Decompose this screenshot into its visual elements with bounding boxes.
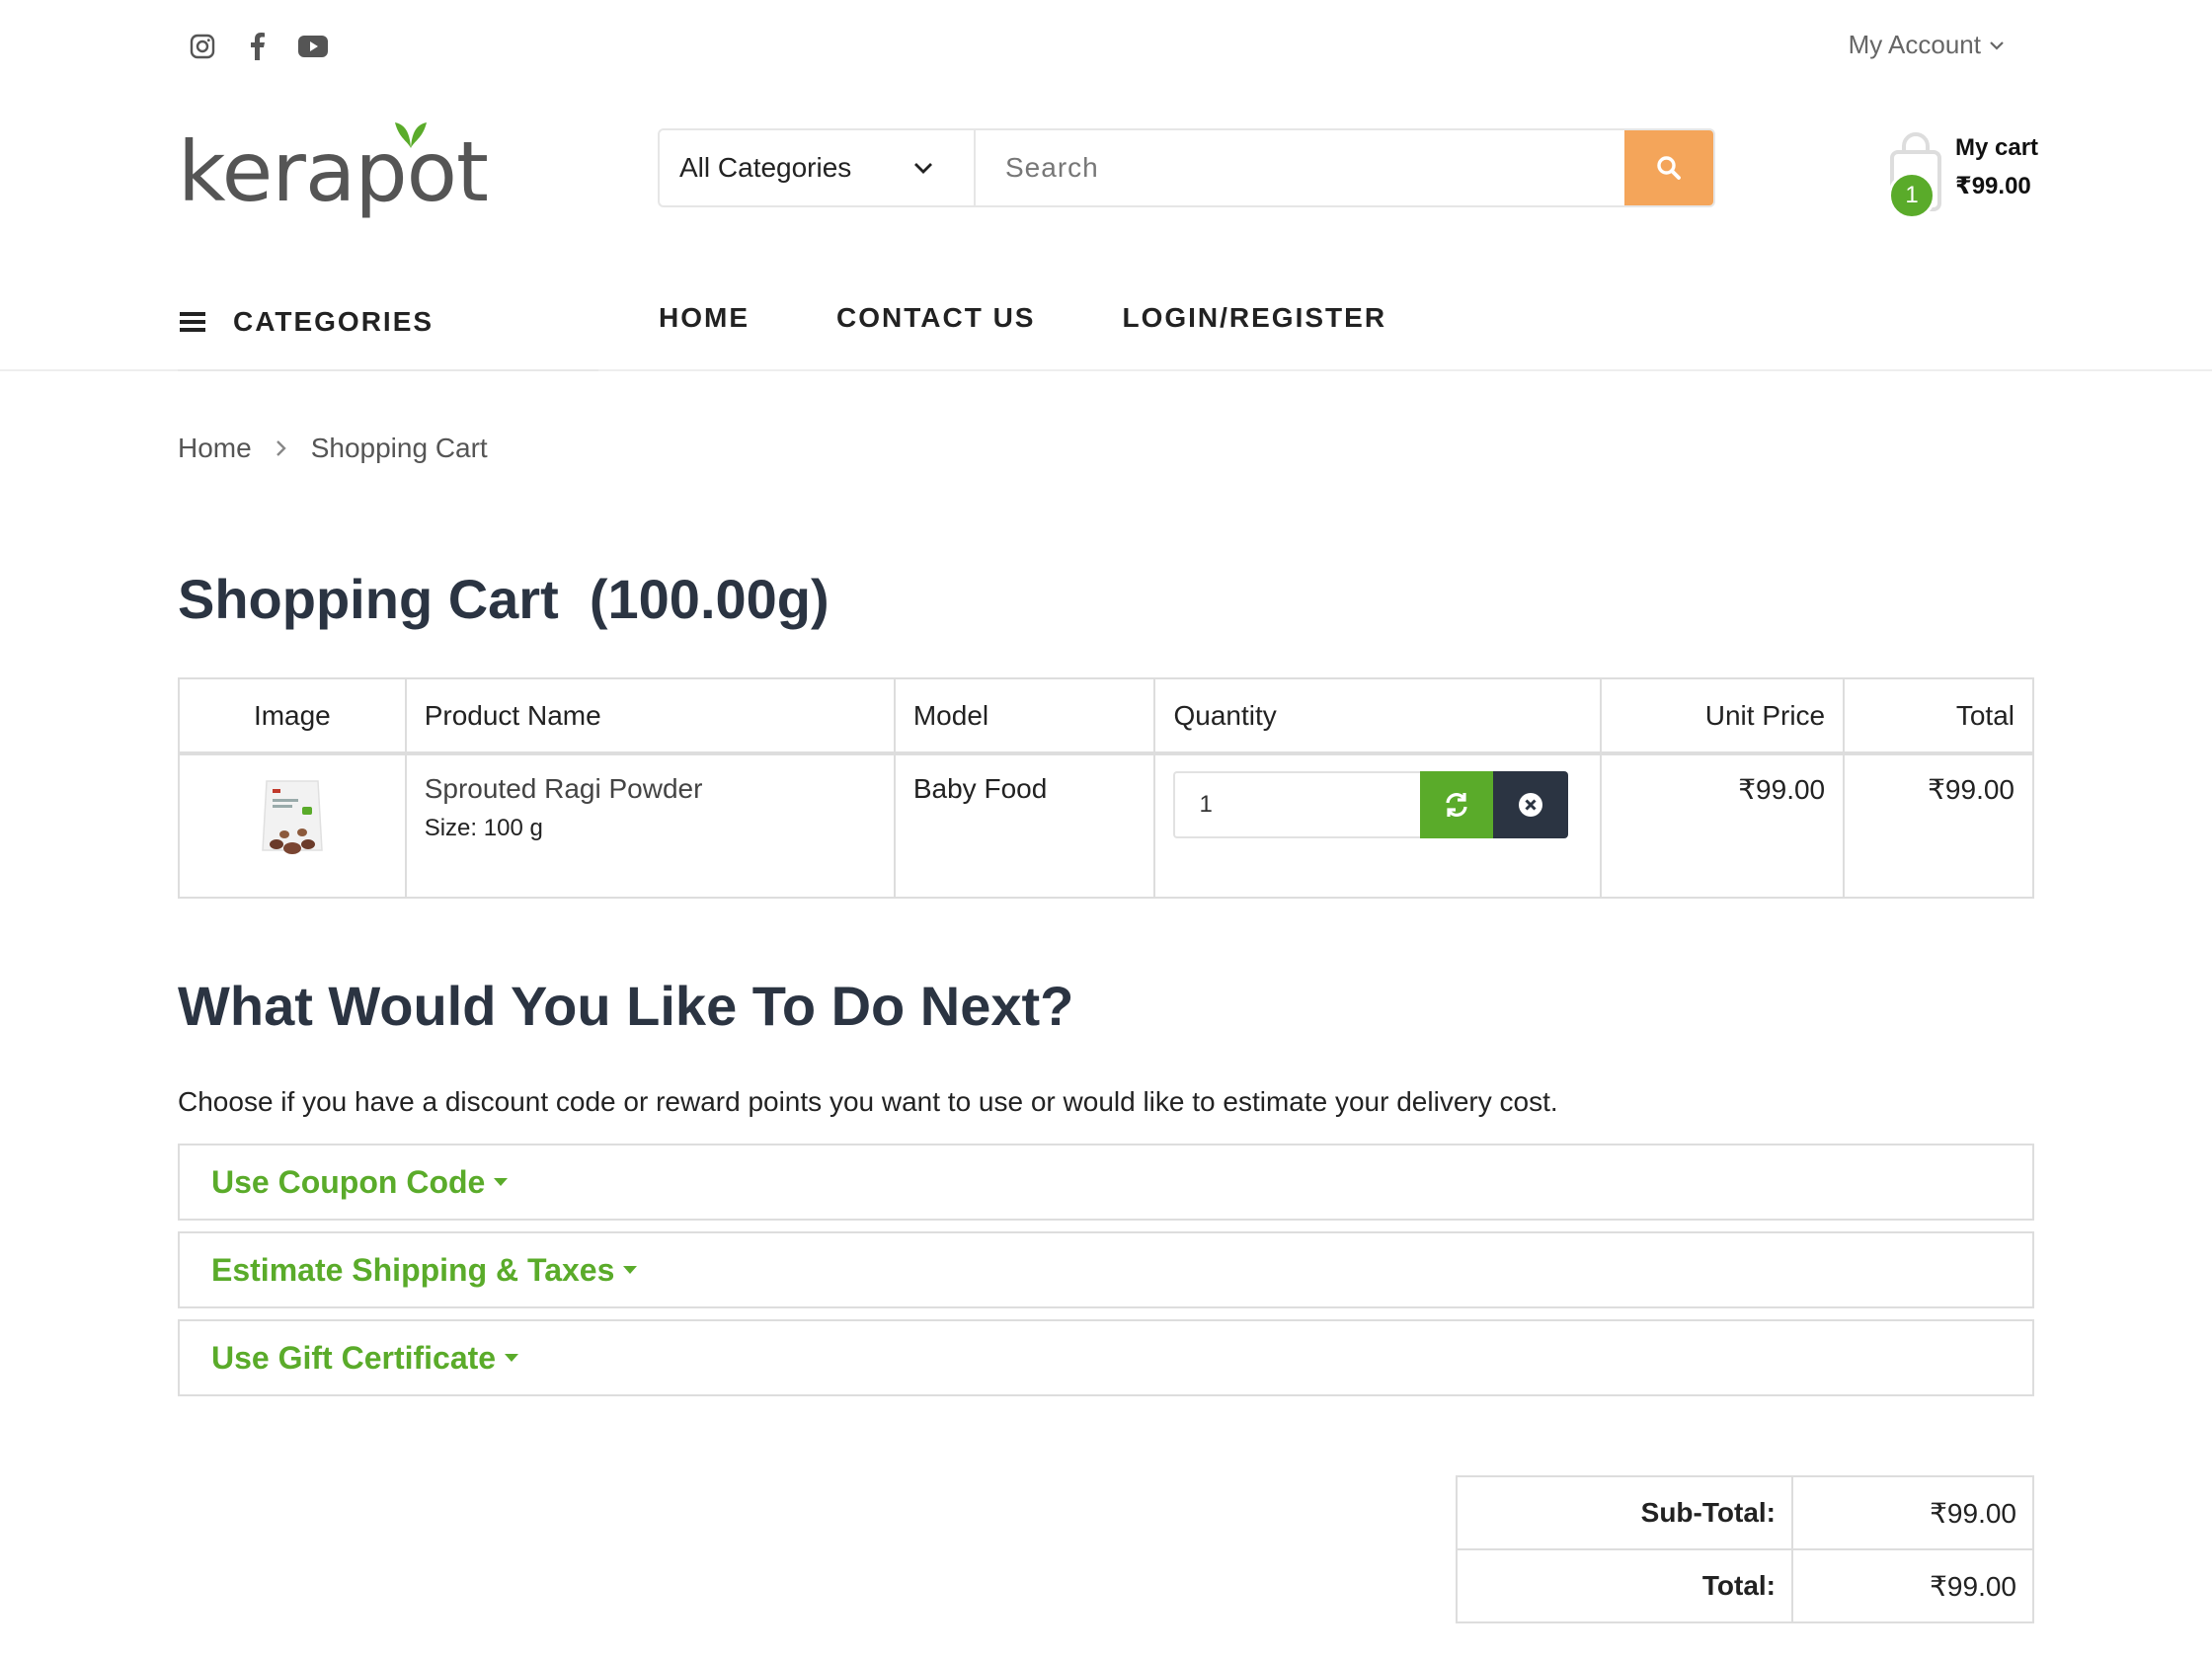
gift-certificate-panel-title: Use Gift Certificate — [211, 1339, 497, 1376]
header-total: Total — [1843, 677, 2034, 754]
update-quantity-button[interactable] — [1420, 771, 1494, 838]
search-input[interactable] — [976, 130, 1624, 205]
table-header-row: Image Product Name Model Quantity Unit P… — [178, 677, 2034, 754]
total-label: Total: — [1456, 1548, 1793, 1623]
header-product-name: Product Name — [404, 677, 896, 754]
gift-certificate-panel[interactable]: Use Gift Certificate — [178, 1319, 2034, 1396]
categories-toggle[interactable]: CATEGORIES — [180, 306, 434, 338]
shipping-panel-title: Estimate Shipping & Taxes — [211, 1251, 615, 1288]
product-name-cell: Sprouted Ragi Powder Size: 100 g — [404, 752, 896, 899]
logo-text: kerapot — [178, 123, 489, 220]
nav-contact-us[interactable]: CONTACT US — [836, 302, 1035, 334]
caret-down-icon — [623, 1266, 638, 1274]
subtotal-value: ₹99.00 — [1791, 1475, 2034, 1550]
my-account-dropdown[interactable]: My Account — [1849, 30, 2005, 60]
next-steps-description: Choose if you have a discount code or re… — [178, 1086, 1558, 1117]
category-select[interactable]: All Categories — [660, 130, 976, 205]
quantity-cell — [1153, 752, 1603, 899]
caret-down-icon — [505, 1354, 519, 1362]
shipping-panel[interactable]: Estimate Shipping & Taxes — [178, 1231, 2034, 1308]
header-unit-price: Unit Price — [1600, 677, 1846, 754]
nav-login-register[interactable]: LOGIN/REGISTER — [1122, 302, 1386, 334]
site-logo[interactable]: kerapot — [178, 122, 489, 213]
chevron-right-icon — [276, 440, 286, 456]
table-row: Sprouted Ragi Powder Size: 100 g Baby Fo… — [178, 752, 2034, 899]
row-total: ₹99.00 — [1843, 752, 2034, 899]
product-model: Baby Food — [893, 752, 1156, 899]
nav-home[interactable]: HOME — [659, 302, 750, 334]
cart-amount: ₹99.00 — [1955, 173, 2031, 199]
breadcrumb: Home Shopping Cart — [178, 433, 488, 464]
header-model: Model — [893, 677, 1156, 754]
subtotal-row: Sub-Total: ₹99.00 — [1456, 1475, 2034, 1550]
cart-table: Image Product Name Model Quantity Unit P… — [178, 677, 2034, 899]
hamburger-icon — [180, 312, 205, 332]
nav-menu: HOME CONTACT US LOGIN/REGISTER — [659, 302, 1386, 334]
subtotal-label: Sub-Total: — [1456, 1475, 1793, 1550]
chevron-down-icon — [914, 163, 932, 174]
cart-label: My cart — [1955, 134, 2039, 161]
social-links — [188, 30, 328, 63]
cart-count-badge: 1 — [1888, 172, 1936, 219]
coupon-panel[interactable]: Use Coupon Code — [178, 1144, 2034, 1221]
product-image-cell — [178, 752, 407, 899]
total-value: ₹99.00 — [1791, 1548, 2034, 1623]
facebook-icon[interactable] — [243, 30, 273, 63]
categories-underline — [178, 369, 598, 371]
mini-cart[interactable]: 1 My cart ₹99.00 — [1886, 124, 2044, 223]
search-button[interactable] — [1624, 130, 1713, 205]
quantity-group — [1173, 771, 1569, 838]
header-quantity: Quantity — [1153, 677, 1603, 754]
quantity-input[interactable] — [1173, 771, 1421, 838]
next-steps-title: What Would You Like To Do Next? — [178, 975, 1074, 1037]
header-image: Image — [178, 677, 407, 754]
page-title: Shopping Cart (100.00g) — [178, 568, 830, 630]
my-account-label: My Account — [1848, 30, 1981, 59]
top-bar: My Account — [0, 0, 2212, 95]
leaf-icon — [395, 122, 427, 148]
totals-table: Sub-Total: ₹99.00 Total: ₹99.00 — [1456, 1475, 2034, 1623]
unit-price: ₹99.00 — [1600, 752, 1846, 899]
caret-down-icon — [494, 1178, 509, 1186]
breadcrumb-home[interactable]: Home — [178, 433, 252, 464]
product-thumbnail[interactable] — [253, 773, 332, 868]
product-size: Size: 100 g — [424, 815, 543, 841]
total-row: Total: ₹99.00 — [1456, 1548, 2034, 1623]
coupon-panel-title: Use Coupon Code — [211, 1163, 486, 1200]
search-icon — [1657, 156, 1681, 180]
refresh-icon — [1446, 793, 1468, 817]
search-bar: All Categories — [658, 128, 1715, 207]
breadcrumb-current[interactable]: Shopping Cart — [311, 433, 488, 464]
instagram-icon[interactable] — [188, 30, 217, 63]
remove-item-button[interactable] — [1493, 771, 1569, 838]
chevron-down-icon — [1990, 40, 2004, 50]
youtube-icon[interactable] — [298, 30, 328, 63]
main-nav: CATEGORIES HOME CONTACT US LOGIN/REGISTE… — [0, 282, 2212, 371]
category-select-value: All Categories — [679, 152, 852, 183]
close-circle-icon — [1519, 793, 1543, 817]
categories-label: CATEGORIES — [233, 306, 434, 337]
product-name-link[interactable]: Sprouted Ragi Powder — [425, 773, 876, 805]
